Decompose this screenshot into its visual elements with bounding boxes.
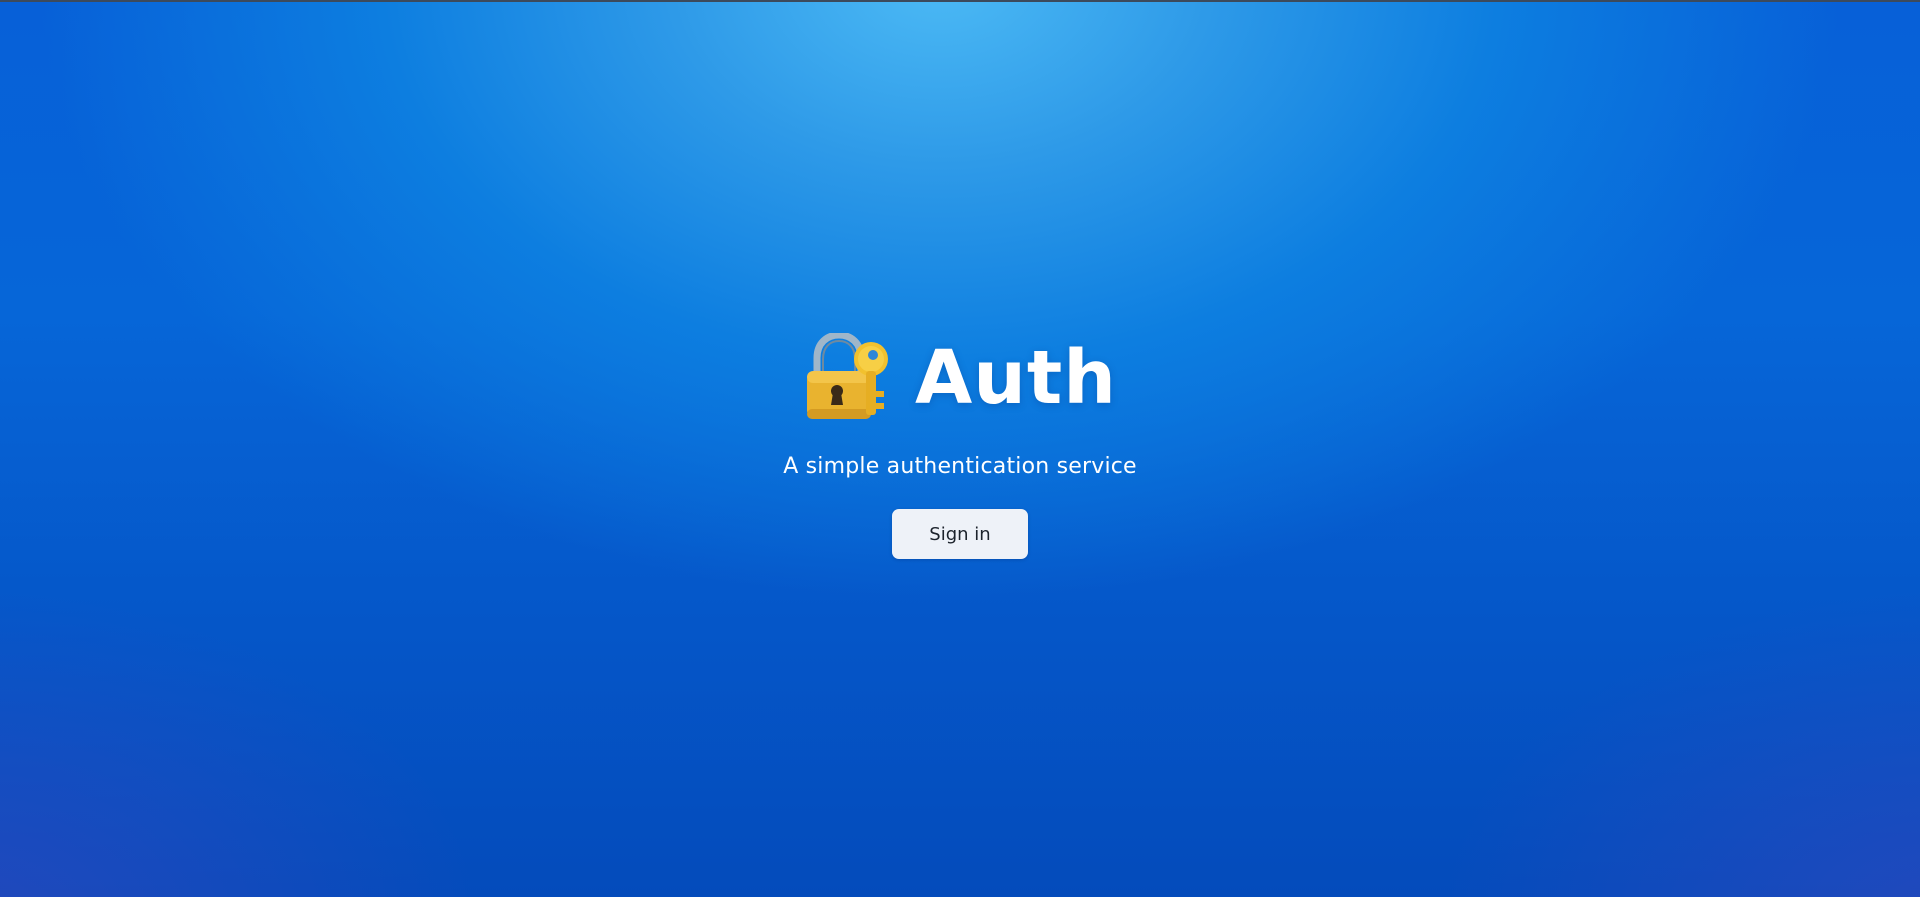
sign-in-button[interactable]: Sign in: [892, 509, 1028, 559]
locked-with-key-icon: [806, 333, 888, 419]
window-top-border: [0, 0, 1920, 2]
app-title: Auth: [914, 335, 1117, 421]
hero-section: Auth A simple authentication service Sig…: [0, 330, 1920, 559]
app-subtitle: A simple authentication service: [783, 454, 1137, 479]
title-row: Auth: [803, 330, 1117, 426]
